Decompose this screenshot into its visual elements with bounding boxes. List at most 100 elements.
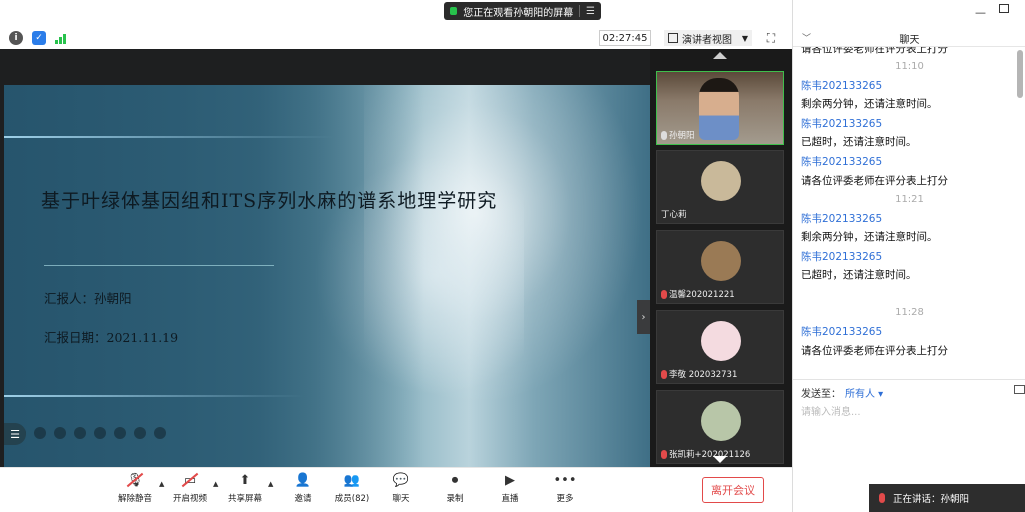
chat-message: 请各位评委老师在评分表上打分 [801,175,948,187]
avatar [701,161,741,201]
slide-camera-icon[interactable] [114,427,126,439]
participant-tile[interactable]: 李敬 202032731 [656,310,784,384]
info-icon[interactable]: i [9,31,23,45]
avatar [701,401,741,441]
live-icon: ▶ [505,472,515,488]
banner-menu-icon[interactable]: ☰ [586,6,595,17]
view-mode-select[interactable]: 演讲者视图 ▼ [664,30,752,46]
chat-input[interactable] [801,402,1016,422]
chat-message: 已超时，还请注意时间。 [801,269,917,281]
share-status-icon [450,7,458,15]
chevron-down-icon: ▼ [741,33,748,43]
chat-scrollbar[interactable] [1017,50,1023,98]
maximize-icon[interactable] [999,4,1009,13]
members-icon: 👥 [343,472,361,488]
slide-pointer-icon[interactable] [74,427,86,439]
send-to-label: 发送至： [801,389,841,400]
scroll-down-icon[interactable] [713,456,727,463]
slide-pen-icon[interactable] [54,427,66,439]
unmute-button[interactable]: 🎙 解除静音 [109,472,161,508]
chat-title: 聊天 [899,35,920,46]
meeting-toolbar: i ✓ 02:27:45 演讲者视图 ▼ ⛶ [0,27,792,49]
screen-share-banner[interactable]: 您正在观看孙朝阳的屏幕 ☰ [444,2,601,20]
participant-tile[interactable]: 温馨202021221 [656,230,784,304]
participant-strip: 孙朝阳 丁心莉 温馨202021221 李敬 202032731 张凯莉+202… [650,49,792,467]
chat-timestamp: 11:28 [895,307,924,318]
chat-message: 剩余两分钟，还请注意时间。 [801,231,938,243]
slide-overlay [4,85,424,467]
share-screen-icon: ⬆ [239,472,251,488]
signal-icon[interactable] [54,31,68,45]
chat-sender[interactable]: 陈韦202133265 [801,78,882,93]
minimize-icon[interactable]: — [975,6,986,19]
slide-playback-controls [14,427,166,439]
mic-icon [661,130,667,140]
participant-name: 温馨202021221 [669,290,735,300]
chat-message-list[interactable]: 请各位评委老师在评分表上打分 11:10 陈韦202133265 剩余两分钟，还… [793,47,1025,379]
participant-tile[interactable]: 孙朝阳 [656,71,784,145]
image-icon[interactable] [1014,385,1025,394]
chat-timestamp: 11:21 [895,194,924,205]
collapse-strip-button[interactable]: › [637,300,650,334]
members-button[interactable]: 👥 成员(82) [326,472,378,508]
slide-zoom-icon[interactable] [94,427,106,439]
video-options-chevron-icon[interactable]: ▲ [213,480,218,488]
chat-header: ﹀ 聊天 [793,27,1025,47]
speaking-text: 正在讲话：孙朝阳 [893,494,970,505]
mic-off-icon [661,369,667,379]
fullscreen-icon[interactable]: ⛶ [764,31,778,45]
meeting-window: 您正在观看孙朝阳的屏幕 ☰ i ✓ 02:27:45 演讲者视图 ▼ ⛶ 基于叶… [0,0,1025,512]
scroll-up-icon[interactable] [713,52,727,59]
share-options-chevron-icon[interactable]: ▲ [268,480,273,488]
invite-icon: 👤 [294,472,312,488]
participant-tile[interactable]: 张凯莉+202021126 [656,390,784,464]
slide-date: 汇报日期：2021.11.19 [44,330,179,345]
participant-name: 孙朝阳 [669,131,695,141]
participant-tile[interactable]: 丁心莉 [656,150,784,224]
more-icon: ••• [553,472,577,488]
chat-sender[interactable]: 陈韦202133265 [801,211,882,226]
slide-play-icon[interactable] [34,427,46,439]
mic-off-icon [661,449,667,459]
record-button[interactable]: ⏺ 录制 [429,472,481,508]
chat-timestamp: 11:10 [895,61,924,72]
speaking-indicator: 正在讲话：孙朝阳 [869,484,1025,512]
chat-message: 请各位评委老师在评分表上打分 [801,345,948,357]
live-button[interactable]: ▶ 直播 [484,472,536,508]
view-mode-label: 演讲者视图 [682,34,732,46]
send-to-select[interactable]: 所有人 ▾ [845,385,883,400]
start-video-button[interactable]: ▭ 开启视频 [164,472,216,508]
chat-message: 剩余两分钟，还请注意时间。 [801,98,938,110]
slide-line-top [4,136,334,138]
more-button[interactable]: ••• 更多 [539,472,591,508]
shared-screen-stage: 基于叶绿体基因组和ITS序列水麻的谱系地理学研究 汇报人：孙朝阳 汇报日期：20… [0,49,650,467]
participant-name: 张凯莉+202021126 [669,450,751,460]
mic-off-icon [661,289,667,299]
chat-sender[interactable]: 陈韦202133265 [801,116,882,131]
slide-reporter: 汇报人：孙朝阳 [44,291,132,306]
avatar [701,321,741,361]
presentation-slide: 基于叶绿体基因组和ITS序列水麻的谱系地理学研究 汇报人：孙朝阳 汇报日期：20… [4,85,650,467]
chat-panel: — ﹀ 聊天 请各位评委老师在评分表上打分 11:10 陈韦202133265 … [792,0,1025,512]
participant-name: 丁心莉 [661,210,687,220]
chat-message: 请各位评委老师在评分表上打分 [801,47,948,55]
chat-message: 已超时，还请注意时间。 [801,136,917,148]
slide-screen-icon[interactable] [134,427,146,439]
control-bar: 🎙 解除静音 ▲ ▭ 开启视频 ▲ ⬆ 共享屏幕 ▲ 👤 邀请 👥 成员(82)… [0,467,792,512]
chat-button[interactable]: 💬 聊天 [375,472,427,508]
chat-sender[interactable]: 陈韦202133265 [801,249,882,264]
shield-icon[interactable]: ✓ [32,31,46,45]
share-screen-button[interactable]: ⬆ 共享屏幕 [219,472,271,508]
chat-sender[interactable]: 陈韦202133265 [801,324,882,339]
mic-off-icon: 🎙 [126,472,144,488]
title-bar: 您正在观看孙朝阳的屏幕 ☰ [0,0,792,27]
participant-video [699,78,739,140]
chat-icon: 💬 [392,472,410,488]
banner-divider [579,5,581,17]
chat-sender[interactable]: 陈韦202133265 [801,154,882,169]
leave-meeting-button[interactable]: 离开会议 [702,477,764,503]
slide-more-icon[interactable] [154,427,166,439]
participant-name: 李敬 202032731 [669,370,738,380]
invite-button[interactable]: 👤 邀请 [277,472,329,508]
annotate-button[interactable]: ☰ [4,423,26,445]
